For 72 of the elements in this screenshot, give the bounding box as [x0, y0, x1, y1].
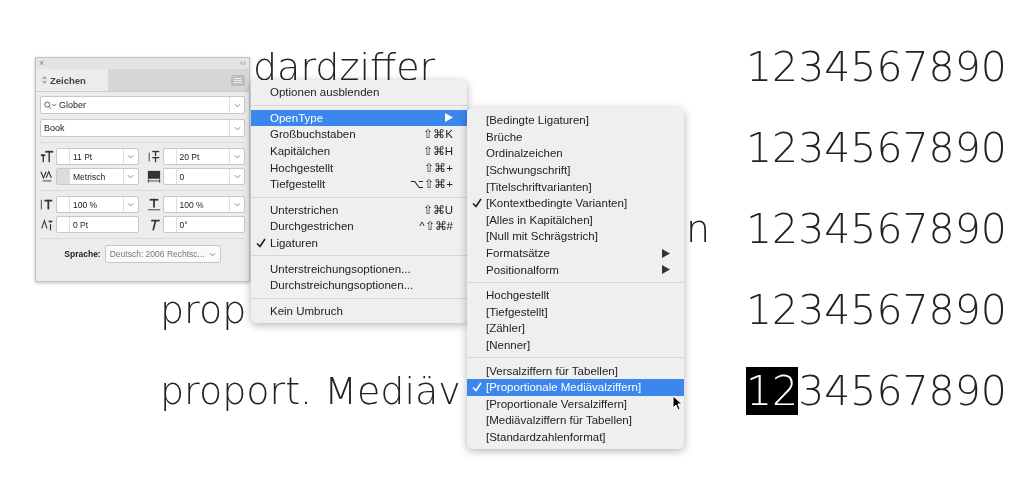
sample-digits: 1234567890 [746, 205, 1007, 253]
typography-icon [146, 169, 161, 184]
menu-item[interactable]: Unterstrichen ⇧⌘U [251, 201, 467, 219]
chevron-icon [127, 154, 134, 159]
language-label: Sprache: [64, 249, 101, 259]
menu-item[interactable]: Formatsätze [467, 244, 684, 262]
menu-item[interactable]: [Mediävalziffern für Tabellen] [467, 412, 684, 429]
menu-item[interactable]: Durchgestrichen ^⇧⌘# [251, 218, 467, 235]
submenu-arrow-icon [445, 113, 453, 123]
menu-item[interactable]: [Tiefgestellt] [467, 303, 684, 321]
selected-digits: 12 [746, 367, 799, 415]
value-field[interactable]: 100 % [56, 196, 139, 213]
typography-icon [146, 197, 161, 212]
chevron-icon [208, 251, 216, 257]
value-field[interactable]: 0 Pt [56, 216, 139, 233]
menu-item[interactable]: Großbuchstaben ⇧⌘K [251, 126, 467, 143]
chevron-icon [233, 102, 241, 108]
menu-item[interactable]: [Zähler] [467, 320, 684, 337]
menu-item[interactable]: Ordinalzeichen [467, 145, 684, 162]
sample-digits: 34567890 [798, 367, 1007, 415]
font-style-field[interactable]: Book [40, 119, 245, 137]
menu-item[interactable]: [Schwungschrift] [467, 161, 684, 179]
chevron-icon [233, 202, 241, 207]
menu-item[interactable]: [Nenner] [467, 336, 684, 354]
language-dropdown[interactable]: Deutsch: 2006 Rechtsc... [104, 245, 221, 263]
cursor-icon [672, 395, 683, 411]
menu-item[interactable]: [Standardzahlenformat] [467, 428, 684, 446]
value-field[interactable]: 20 Pt [162, 148, 245, 165]
value-field[interactable]: 11 Pt [56, 148, 139, 165]
chevron-icon [127, 202, 134, 207]
menu-item[interactable]: Ligaturen [251, 234, 467, 252]
updown-icon [42, 76, 47, 84]
menu-icon[interactable] [231, 74, 245, 86]
typography-icon [40, 197, 54, 212]
menu-item[interactable]: Brüche [467, 128, 684, 146]
menu-item[interactable]: Durchstreichungsoptionen... [251, 276, 467, 294]
font-family-field[interactable]: Glober [40, 96, 245, 114]
value-field[interactable]: Metrisch [56, 168, 139, 185]
menu-item[interactable]: Kein Umbruch [251, 302, 467, 320]
menu-item[interactable]: Kapitälchen ⇧⌘H [251, 142, 467, 160]
sample-digits: 1234567890 [746, 124, 1007, 172]
typography-icon [40, 217, 54, 232]
menu-item[interactable]: [Alles in Kapitälchen] [467, 211, 684, 229]
chevron-icon [233, 154, 241, 159]
menu-item[interactable]: Positionalform [467, 261, 684, 278]
menu-item[interactable]: Hochgestellt ⇧⌘+ [251, 159, 467, 176]
menu-item[interactable]: Unterstreichungsoptionen... [251, 260, 467, 277]
sample-digits: 1234567890 [746, 286, 1007, 334]
menu-item[interactable]: [Bedingte Ligaturen] [467, 112, 684, 129]
chevron-icon [127, 174, 134, 179]
menu-item[interactable]: Tiefgestellt ⌥⇧⌘+ [251, 175, 467, 193]
typography-icon [40, 149, 54, 164]
sample-label: prop [160, 288, 247, 332]
sample-label: proport. Mediäv [160, 369, 461, 413]
search-icon [44, 100, 57, 110]
menu-item[interactable]: [Null mit Schrägstrich] [467, 228, 684, 245]
menu-item[interactable]: Hochgestellt [467, 286, 684, 304]
menu-item[interactable]: [Titelschriftvarianten] [467, 178, 684, 195]
menu-item[interactable]: [Versalziffern für Tabellen] [467, 362, 684, 379]
menu-item[interactable]: [Proportionale Versalziffern] [467, 395, 684, 413]
sample-digits: 1234567890 [746, 43, 1007, 91]
value-field[interactable]: 0° [162, 216, 245, 233]
typography-icon [146, 149, 161, 164]
chevron-icon [233, 174, 241, 179]
panel-tab[interactable]: Zeichen [36, 69, 108, 91]
value-field[interactable]: 0 [162, 168, 245, 185]
menu-item[interactable]: OpenType [251, 109, 467, 127]
chevron-icon [233, 125, 241, 131]
menu-item[interactable]: [Kontextbedingte Varianten] [467, 194, 684, 212]
sample-label: n [685, 207, 710, 251]
value-field[interactable]: 100 % [162, 196, 245, 213]
menu-item[interactable]: [Proportionale Mediävalziffern] [467, 378, 684, 396]
